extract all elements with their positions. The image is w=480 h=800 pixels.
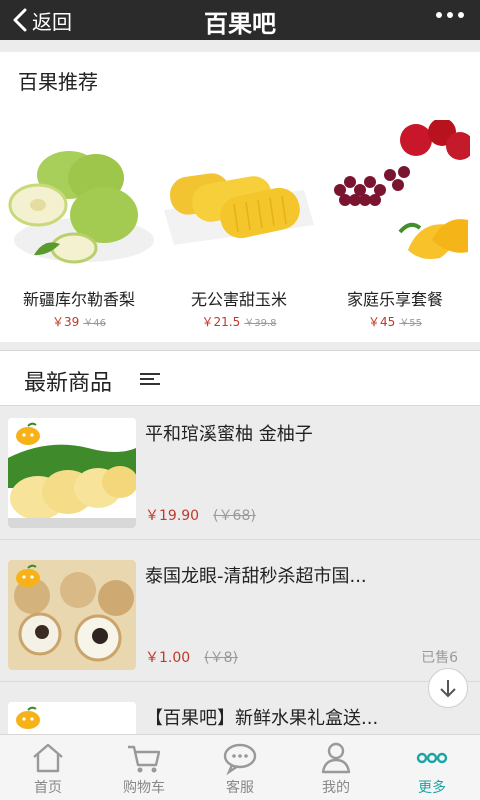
recommend-section: 百果推荐 新疆库尔勒香梨 ￥39 ￥46 无公害甜玉米 ￥21.5 ￥39.8 … [0,52,480,342]
price-current: ￥39 [51,315,80,329]
nav-label: 我的 [322,780,350,796]
recommend-item-name: 无公害甜玉米 [190,290,287,309]
more-menu-button[interactable] [436,12,464,18]
chevron-down-icon [440,680,456,698]
page-title: 百果吧 [204,10,276,38]
chat-icon [223,743,257,776]
product-name: 平和琯溪蜜柚 金柚子 [145,424,313,445]
price-current: ￥19.90 [145,508,200,524]
price-original: (￥8) [204,650,239,666]
product-row[interactable]: 泰国龙眼-清甜秒杀超市国... ￥1.00 (￥8) 已售6 [0,550,480,682]
product-row[interactable]: 平和琯溪蜜柚 金柚子 ￥19.90 (￥68) [0,408,480,540]
corn-image [164,173,314,245]
product-name: 【百果吧】新鲜水果礼盒送... [145,708,379,729]
user-icon [321,742,351,774]
recommend-item[interactable]: 新疆库尔勒香梨 ￥39 ￥46 [4,120,154,335]
recommend-item-name: 家庭乐享套餐 [346,290,443,309]
nav-item-service[interactable]: 客服 [192,735,288,800]
recommend-item-price: ￥45 ￥55 [320,313,470,330]
price-original: (￥68) [213,508,256,524]
recommend-item[interactable]: 无公害甜玉米 ￥21.5 ￥39.8 [164,120,314,335]
product-price: ￥19.90 (￥68) [145,505,256,525]
pear-image [8,151,154,264]
dot-icon [447,12,453,18]
fruit-set-image [334,120,470,259]
list-icon[interactable] [140,373,160,388]
nav-label: 购物车 [123,780,165,796]
dot-icon [458,12,464,18]
recommend-title: 百果推荐 [18,70,98,94]
list-line [140,373,160,375]
price-current: ￥21.5 [201,315,241,329]
list-line [140,383,160,385]
scroll-down-button[interactable] [428,668,468,708]
product-sold-count: 已售6 [421,650,458,666]
recommend-item-price: ￥39 ￥46 [4,313,154,330]
recommend-item-price: ￥21.5 ￥39.8 [164,313,314,330]
list-line [140,378,154,380]
product-image [8,418,136,528]
top-bar: 返回 百果吧 [0,0,480,40]
price-current: ￥45 [367,315,396,329]
brand-badge-icon [16,706,40,729]
product-name: 泰国龙眼-清甜秒杀超市国... [145,566,367,587]
nav-item-cart[interactable]: 购物车 [96,735,192,800]
price-original: ￥46 [83,318,106,329]
price-original: ￥39.8 [244,318,277,329]
price-original: ￥55 [399,318,422,329]
nav-item-profile[interactable]: 我的 [288,735,384,800]
dot-icon [436,12,442,18]
bottom-nav: 首页 购物车 客服 我的 更多 [0,734,480,800]
cart-icon [128,745,161,773]
product-price: ￥1.00 (￥8) [145,647,238,667]
price-current: ￥1.00 [145,650,191,666]
nav-label: 更多 [418,780,446,796]
latest-products-title: 最新商品 [24,371,113,396]
nav-label: 客服 [226,780,254,796]
recommend-item-name: 新疆库尔勒香梨 [22,290,135,309]
brand-badge-icon [16,564,40,587]
latest-products-header: 最新商品 [0,350,480,406]
brand-badge-icon [16,422,40,445]
home-icon [33,743,63,773]
nav-item-home[interactable]: 首页 [0,735,96,800]
more-dots-icon [416,752,448,764]
recommend-item[interactable]: 家庭乐享套餐 ￥45 ￥55 [320,120,470,335]
nav-label: 首页 [34,780,62,796]
product-image [8,560,136,670]
nav-item-more[interactable]: 更多 [384,735,480,800]
